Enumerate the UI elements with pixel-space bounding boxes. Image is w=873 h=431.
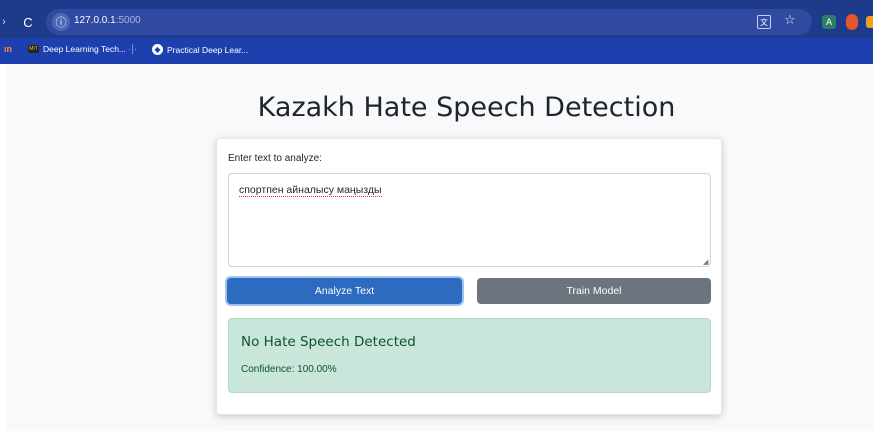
globe-favicon-icon: ◆ <box>152 44 163 55</box>
browser-toolbar: › C ⓘ 127.0.0.1:5000 文 ☆ A <box>0 8 873 36</box>
result-confidence: Confidence: 100.00% <box>241 364 337 375</box>
url-text[interactable]: 127.0.0.1:5000 <box>74 15 141 26</box>
address-bar[interactable] <box>46 9 812 35</box>
result-title: No Hate Speech Detected <box>241 334 416 350</box>
input-label: Enter text to analyze: <box>228 153 322 164</box>
mit-favicon-icon: MIT <box>28 45 39 53</box>
extension-shield-icon[interactable] <box>846 14 858 30</box>
url-host: 127.0.0.1 <box>74 15 116 26</box>
bookmark-star-icon[interactable]: ☆ <box>784 12 796 28</box>
forward-icon[interactable]: › <box>0 8 8 36</box>
resize-grip-icon[interactable]: ◢ <box>703 258 708 266</box>
result-alert <box>228 318 711 393</box>
url-port: :5000 <box>115 15 141 26</box>
bookmarks-bar: ın MIT Deep Learning Tech... ·|· ◆ Pract… <box>0 38 873 64</box>
reload-icon[interactable]: C <box>18 8 38 36</box>
text-input-value: спортпен айналысу маңызды <box>239 184 382 197</box>
page-title: Kazakh Hate Speech Detection <box>257 92 676 123</box>
train-model-button[interactable]: Train Model <box>477 278 711 304</box>
bookmark-deep-learning[interactable]: MIT Deep Learning Tech... <box>28 44 126 54</box>
bookmark-practical-deep[interactable]: ◆ Practical Deep Lear... <box>152 44 248 55</box>
bookmark-label: Practical Deep Lear... <box>167 44 249 55</box>
extension-a-icon[interactable]: A <box>822 15 836 29</box>
extension-partial-icon[interactable] <box>866 16 873 28</box>
analyze-button[interactable]: Analyze Text <box>227 278 462 304</box>
translate-icon[interactable]: 文 <box>757 15 771 29</box>
bookmark-partial[interactable]: ın <box>4 44 12 54</box>
bookmark-folder-icon[interactable]: ·|· <box>128 44 137 55</box>
site-info-icon[interactable]: ⓘ <box>52 13 70 31</box>
bookmark-label: Deep Learning Tech... <box>43 44 127 54</box>
text-input[interactable]: спортпен айналысу маңызды <box>228 173 711 267</box>
